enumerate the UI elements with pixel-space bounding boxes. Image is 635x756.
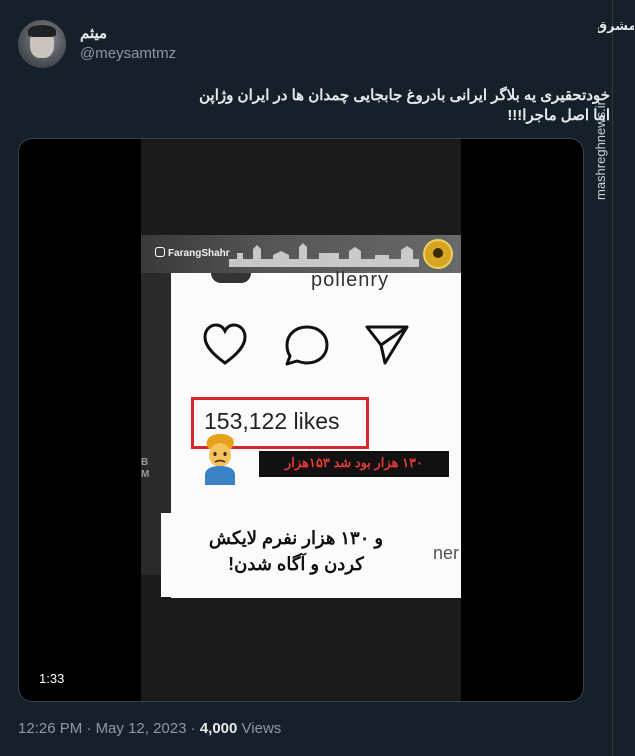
person-emoji-icon	[205, 433, 235, 485]
video-side-text: B M	[141, 457, 149, 481]
watermark-logo: مشرق	[598, 19, 634, 34]
tweet-time[interactable]: 12:26 PM	[18, 720, 82, 737]
video-player[interactable]: B M FarangShahr pollenry 153,122 likes ۱…	[18, 138, 584, 702]
views-count: 4,000	[199, 720, 238, 737]
meta-separator-2: ·	[190, 720, 196, 737]
white-caption: و ۱۳۰ هزار نفرم لایکش کردن و آگاه شدن!	[171, 525, 421, 577]
tweet-date[interactable]: May 12, 2023	[96, 720, 187, 737]
comment-icon	[285, 325, 329, 366]
video-frame[interactable]: B M FarangShahr pollenry 153,122 likes ۱…	[141, 139, 461, 701]
share-icon	[365, 325, 409, 365]
instagram-icon	[155, 247, 165, 257]
post-action-icons	[203, 323, 409, 366]
tweet-text: خودتحقیری یه بلاگر ایرانی بادروغ جابجایی…	[80, 86, 610, 126]
partial-top-text: pollenry	[311, 269, 390, 291]
tweet-text-line-1: خودتحقیری یه بلاگر ایرانی بادروغ جابجایی…	[199, 87, 610, 104]
video-duration-badge: 1:33	[33, 669, 71, 688]
avatar-hair	[28, 25, 56, 37]
partial-top-shape	[211, 273, 251, 283]
likes-count: 153,122 likes	[204, 408, 340, 434]
watermark-url-text: mashreghnews.ir	[593, 101, 608, 200]
video-side-text-2: M	[141, 469, 150, 480]
video-banner: FarangShahr	[141, 235, 461, 273]
meta-separator: ·	[86, 720, 92, 737]
banner-brand: FarangShahr	[155, 247, 230, 259]
red-caption-bar: ۱۳۰ هزار بود شد ۱۵۳هزار	[259, 451, 449, 477]
channel-logo	[423, 239, 453, 269]
author-display-name[interactable]: میثم	[80, 24, 107, 42]
tweet-meta: 12:26 PM · May 12, 2023 · 4,000 Views	[18, 720, 281, 737]
white-caption-line-2: کردن و آگاه شدن!	[228, 554, 364, 574]
partial-right-text: ner	[433, 543, 460, 563]
banner-brand-label: FarangShahr	[168, 248, 230, 259]
tweet-text-line-2: اما اصل ماجرا!!!	[507, 107, 610, 124]
author-handle[interactable]: @meysamtmz	[80, 45, 176, 62]
watermark-divider	[612, 0, 613, 756]
video-side-text-1: B	[141, 457, 149, 468]
watermark-url: mashreghnews.ir	[593, 101, 608, 200]
skyline-icon	[229, 243, 419, 267]
watermark-logo-text: مشرق	[598, 19, 634, 34]
heart-icon	[203, 323, 247, 365]
views-label: Views	[241, 720, 282, 737]
white-caption-line-1: و ۱۳۰ هزار نفرم لایکش	[208, 528, 384, 548]
red-caption: ۱۳۰ هزار بود شد ۱۵۳هزار	[284, 455, 424, 470]
avatar[interactable]	[18, 20, 66, 68]
